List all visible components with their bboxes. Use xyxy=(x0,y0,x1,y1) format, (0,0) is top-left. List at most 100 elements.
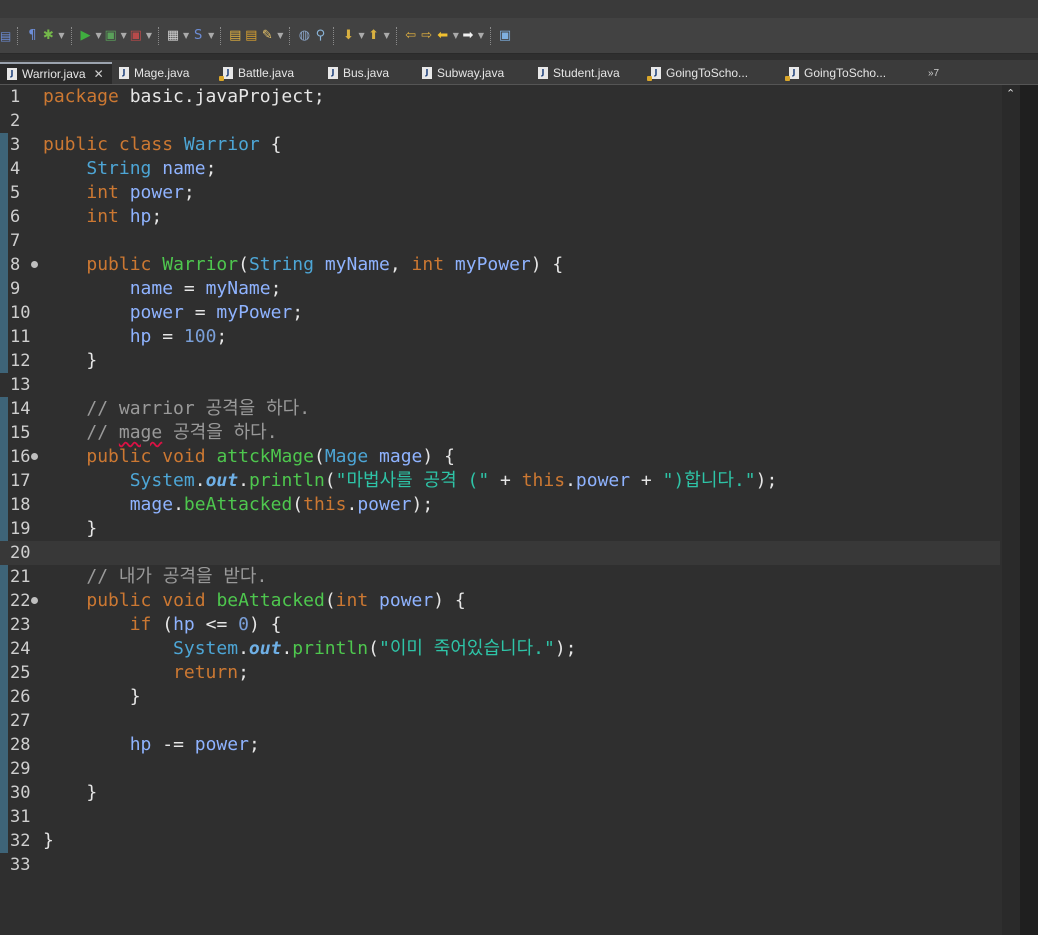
editor-tab[interactable]: J Student.java xyxy=(531,62,644,84)
annotation-up-button[interactable]: ⬆ ▼ xyxy=(367,24,390,48)
last-edit-button[interactable]: ⇦ xyxy=(404,24,418,48)
code-line[interactable]: 3 public class Warrior { xyxy=(0,133,1000,157)
code-line[interactable]: 5 int power; xyxy=(0,181,1000,205)
dropdown-arrow-icon[interactable]: ▼ xyxy=(358,31,364,40)
vertical-scrollbar[interactable]: ⌃ xyxy=(1002,85,1020,935)
code-token: name xyxy=(162,158,206,179)
code-line[interactable]: 8 public Warrior(String myName, int myPo… xyxy=(0,253,1000,277)
code-line[interactable]: 14 // warrior 공격을 하다. xyxy=(0,397,1000,421)
annotation-down-button[interactable]: ⬇ ▼ xyxy=(341,24,365,48)
toolbar-separator xyxy=(17,26,19,45)
code-line[interactable]: 19 } xyxy=(0,517,1000,541)
window-top-strip xyxy=(0,0,1038,18)
search-button[interactable]: ⚲ xyxy=(313,24,327,48)
code-token: power xyxy=(129,182,184,203)
run-button[interactable]: ▶ ▼ xyxy=(79,24,102,48)
debug-button[interactable]: ✱ ▼ xyxy=(41,24,65,48)
code-line[interactable]: 33 xyxy=(0,853,1000,877)
dropdown-arrow-icon[interactable]: ▼ xyxy=(277,31,283,40)
code-line[interactable]: 13 xyxy=(0,373,1000,397)
dropdown-arrow-icon[interactable]: ▼ xyxy=(453,31,459,40)
code-line[interactable]: 26 } xyxy=(0,685,1000,709)
new-package-button[interactable]: ▦ ▼ xyxy=(166,24,189,48)
back-icon: ⬅ xyxy=(437,27,449,43)
code-line[interactable]: 6 int hp; xyxy=(0,205,1000,229)
dropdown-arrow-icon[interactable]: ▼ xyxy=(146,31,152,40)
editor-tab[interactable]: J GoingToScho... xyxy=(644,62,782,84)
tabs-overflow-button[interactable]: »7 xyxy=(920,62,939,84)
code-line[interactable]: 24 System.out.println("이미 죽어있습니다."); xyxy=(0,637,1000,661)
code-token: { xyxy=(259,134,282,155)
editor-tab[interactable]: J Subway.java xyxy=(415,62,531,84)
back-button[interactable]: ⬅ ▼ xyxy=(436,24,459,48)
code-line[interactable]: 11 hp = 100; xyxy=(0,325,1000,349)
brush-button[interactable]: ✎ ▼ xyxy=(260,24,284,48)
code-line[interactable]: 20 xyxy=(0,541,1000,565)
dropdown-arrow-icon[interactable]: ▼ xyxy=(96,31,102,40)
code-line[interactable]: 18 mage.beAttacked(this.power); xyxy=(0,493,1000,517)
code-line[interactable]: 22 public void beAttacked(int power) { xyxy=(0,589,1000,613)
toolbar-grip: ▤ xyxy=(0,28,12,43)
perspective-button[interactable]: ▣ xyxy=(498,24,512,48)
globe-button[interactable]: ◍ xyxy=(297,24,311,48)
open-folder-button[interactable]: ▤ xyxy=(244,24,258,48)
code-line[interactable]: 17 System.out.println("마법사를 공격 (" + this… xyxy=(0,469,1000,493)
code-text: } xyxy=(43,829,54,853)
forward-button[interactable]: ➡ ▼ xyxy=(461,24,484,48)
pilcrow-button[interactable]: ¶ xyxy=(25,24,39,48)
next-edit-button[interactable]: ⇨ xyxy=(420,24,434,48)
run-config-button[interactable]: ▣ ▼ xyxy=(104,24,127,48)
close-tab-icon[interactable]: ✕ xyxy=(94,67,104,81)
dropdown-arrow-icon[interactable]: ▼ xyxy=(384,31,390,40)
new-class-button[interactable]: S ▼ xyxy=(191,24,214,48)
code-line[interactable]: 10 power = myPower; xyxy=(0,301,1000,325)
dropdown-arrow-icon[interactable]: ▼ xyxy=(121,31,127,40)
code-line[interactable]: 4 String name; xyxy=(0,157,1000,181)
editor-tab[interactable]: J Mage.java xyxy=(112,62,216,84)
code-line[interactable]: 1 package basic.javaProject; xyxy=(0,85,1000,109)
code-line[interactable]: 9 name = myName; xyxy=(0,277,1000,301)
code-token: ; xyxy=(270,278,282,299)
external-tools-button[interactable]: ▣ ▼ xyxy=(129,24,152,48)
fold-toggle-icon[interactable] xyxy=(31,453,38,460)
fold-toggle-icon[interactable] xyxy=(31,597,38,604)
code-line[interactable]: 32} xyxy=(0,829,1000,853)
code-line[interactable]: 28 hp -= power; xyxy=(0,733,1000,757)
code-line[interactable]: 25 return; xyxy=(0,661,1000,685)
code-text: package basic.javaProject; xyxy=(43,85,325,109)
dropdown-arrow-icon[interactable]: ▼ xyxy=(183,31,189,40)
code-line[interactable]: 16 public void attckMage(Mage mage) { xyxy=(0,445,1000,469)
code-line[interactable]: 31 xyxy=(0,805,1000,829)
editor-tab[interactable]: J Bus.java xyxy=(321,62,415,84)
scroll-up-icon[interactable]: ⌃ xyxy=(1006,87,1015,100)
dropdown-arrow-icon[interactable]: ▼ xyxy=(208,31,214,40)
perspective-icon: ▣ xyxy=(498,27,512,43)
code-editor[interactable]: 1 package basic.javaProject; 2 3 public clas… xyxy=(0,85,1038,935)
line-number: 27 xyxy=(10,711,31,731)
code-line[interactable]: 30 } xyxy=(0,781,1000,805)
toolbar-separator xyxy=(220,26,222,45)
code-token: mage xyxy=(129,494,174,515)
code-line[interactable]: 21 // 내가 공격을 받다. xyxy=(0,565,1000,589)
code-line[interactable]: 29 xyxy=(0,757,1000,781)
code-token: ; xyxy=(238,662,249,683)
fold-toggle-icon[interactable] xyxy=(31,261,38,268)
dropdown-arrow-icon[interactable]: ▼ xyxy=(478,31,484,40)
code-line[interactable]: 15 // mage 공격을 하다. xyxy=(0,421,1000,445)
code-line[interactable]: 2 xyxy=(0,109,1000,133)
code-token: . xyxy=(238,470,249,491)
editor-tab[interactable]: J Warrior.java ✕ xyxy=(0,62,112,84)
editor-tab[interactable]: J GoingToScho... xyxy=(782,62,920,84)
code-line[interactable]: 7 xyxy=(0,229,1000,253)
editor-tab-bar: J Warrior.java ✕ J Mage.java J Battle.java J Bus… xyxy=(0,60,1038,85)
code-line[interactable]: 23 if (hp <= 0) { xyxy=(0,613,1000,637)
editor-tab[interactable]: J Battle.java xyxy=(216,62,321,84)
line-number: 33 xyxy=(10,855,31,875)
code-line[interactable]: 12 } xyxy=(0,349,1000,373)
code-line[interactable]: 27 xyxy=(0,709,1000,733)
dropdown-arrow-icon[interactable]: ▼ xyxy=(58,31,64,40)
code-token: int xyxy=(335,590,369,611)
code-token: println xyxy=(248,470,325,491)
open-type-button[interactable]: ▤ xyxy=(228,24,242,48)
code-text: } xyxy=(43,781,97,805)
